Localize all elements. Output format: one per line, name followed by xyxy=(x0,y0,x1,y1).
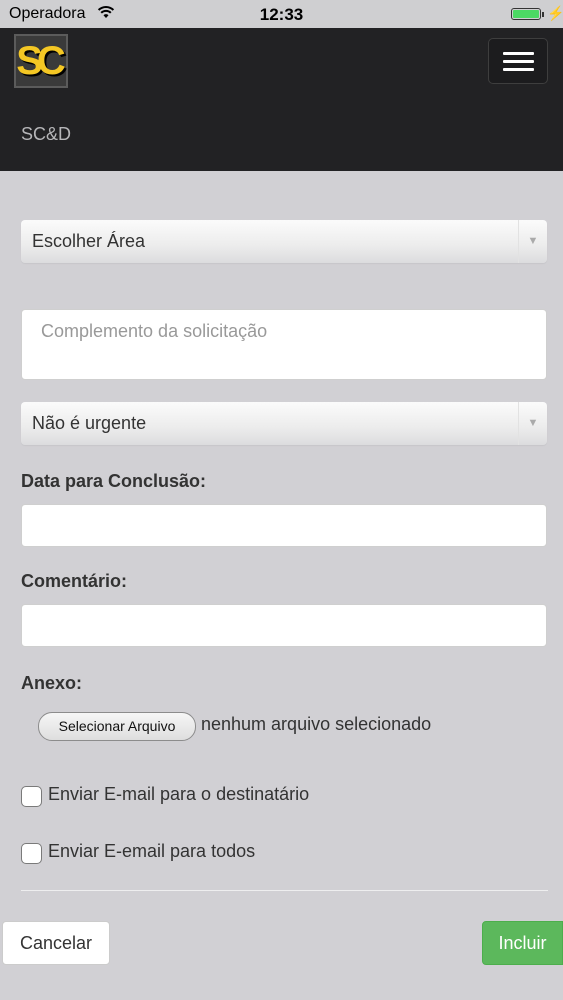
cancel-button[interactable]: Cancelar xyxy=(2,921,110,965)
hamburger-menu-button[interactable] xyxy=(488,38,548,84)
battery-tip xyxy=(542,12,544,17)
attachment-label: Anexo: xyxy=(21,673,83,693)
submit-button[interactable]: Incluir xyxy=(482,921,563,965)
complement-textarea[interactable]: Complemento da solicitação xyxy=(21,309,547,380)
comment-label: Comentário: xyxy=(21,571,128,591)
comment-input[interactable] xyxy=(21,604,547,647)
email-all-label[interactable]: Enviar E-email para todos xyxy=(48,841,255,862)
clock: 12:33 xyxy=(259,5,304,24)
menu-icon-bar xyxy=(503,68,534,71)
select-file-button[interactable]: Selecionar Arquivo xyxy=(38,712,196,741)
email-recipient-checkbox[interactable] xyxy=(21,786,42,807)
brand-link[interactable]: SC&D xyxy=(21,124,71,145)
complement-placeholder: Complemento da solicitação xyxy=(41,321,268,341)
status-bar: Operadora 12:33 ⚡ xyxy=(0,0,563,28)
menu-icon-bar xyxy=(503,60,534,63)
urgency-select-value: Não é urgente xyxy=(32,413,147,433)
area-select[interactable]: Escolher Área ▼ xyxy=(21,220,547,263)
charging-icon: ⚡ xyxy=(547,5,563,21)
navbar: SC SC&D xyxy=(0,28,563,171)
urgency-select[interactable]: Não é urgente ▼ xyxy=(21,402,547,445)
email-all-checkbox[interactable] xyxy=(21,843,42,864)
dropdown-arrow-icon: ▼ xyxy=(518,402,547,445)
logo-text: SC xyxy=(16,38,66,83)
dropdown-arrow-icon: ▼ xyxy=(518,220,547,263)
menu-icon-bar xyxy=(503,52,534,55)
divider xyxy=(21,890,548,891)
file-status: nenhum arquivo selecionado xyxy=(201,714,432,734)
area-select-value: Escolher Área xyxy=(32,231,146,251)
logo[interactable]: SC xyxy=(14,34,68,88)
battery-icon xyxy=(511,8,541,20)
date-label: Data para Conclusão: xyxy=(21,471,207,491)
email-recipient-label[interactable]: Enviar E-mail para o destinatário xyxy=(48,784,309,805)
date-input[interactable] xyxy=(21,504,547,547)
